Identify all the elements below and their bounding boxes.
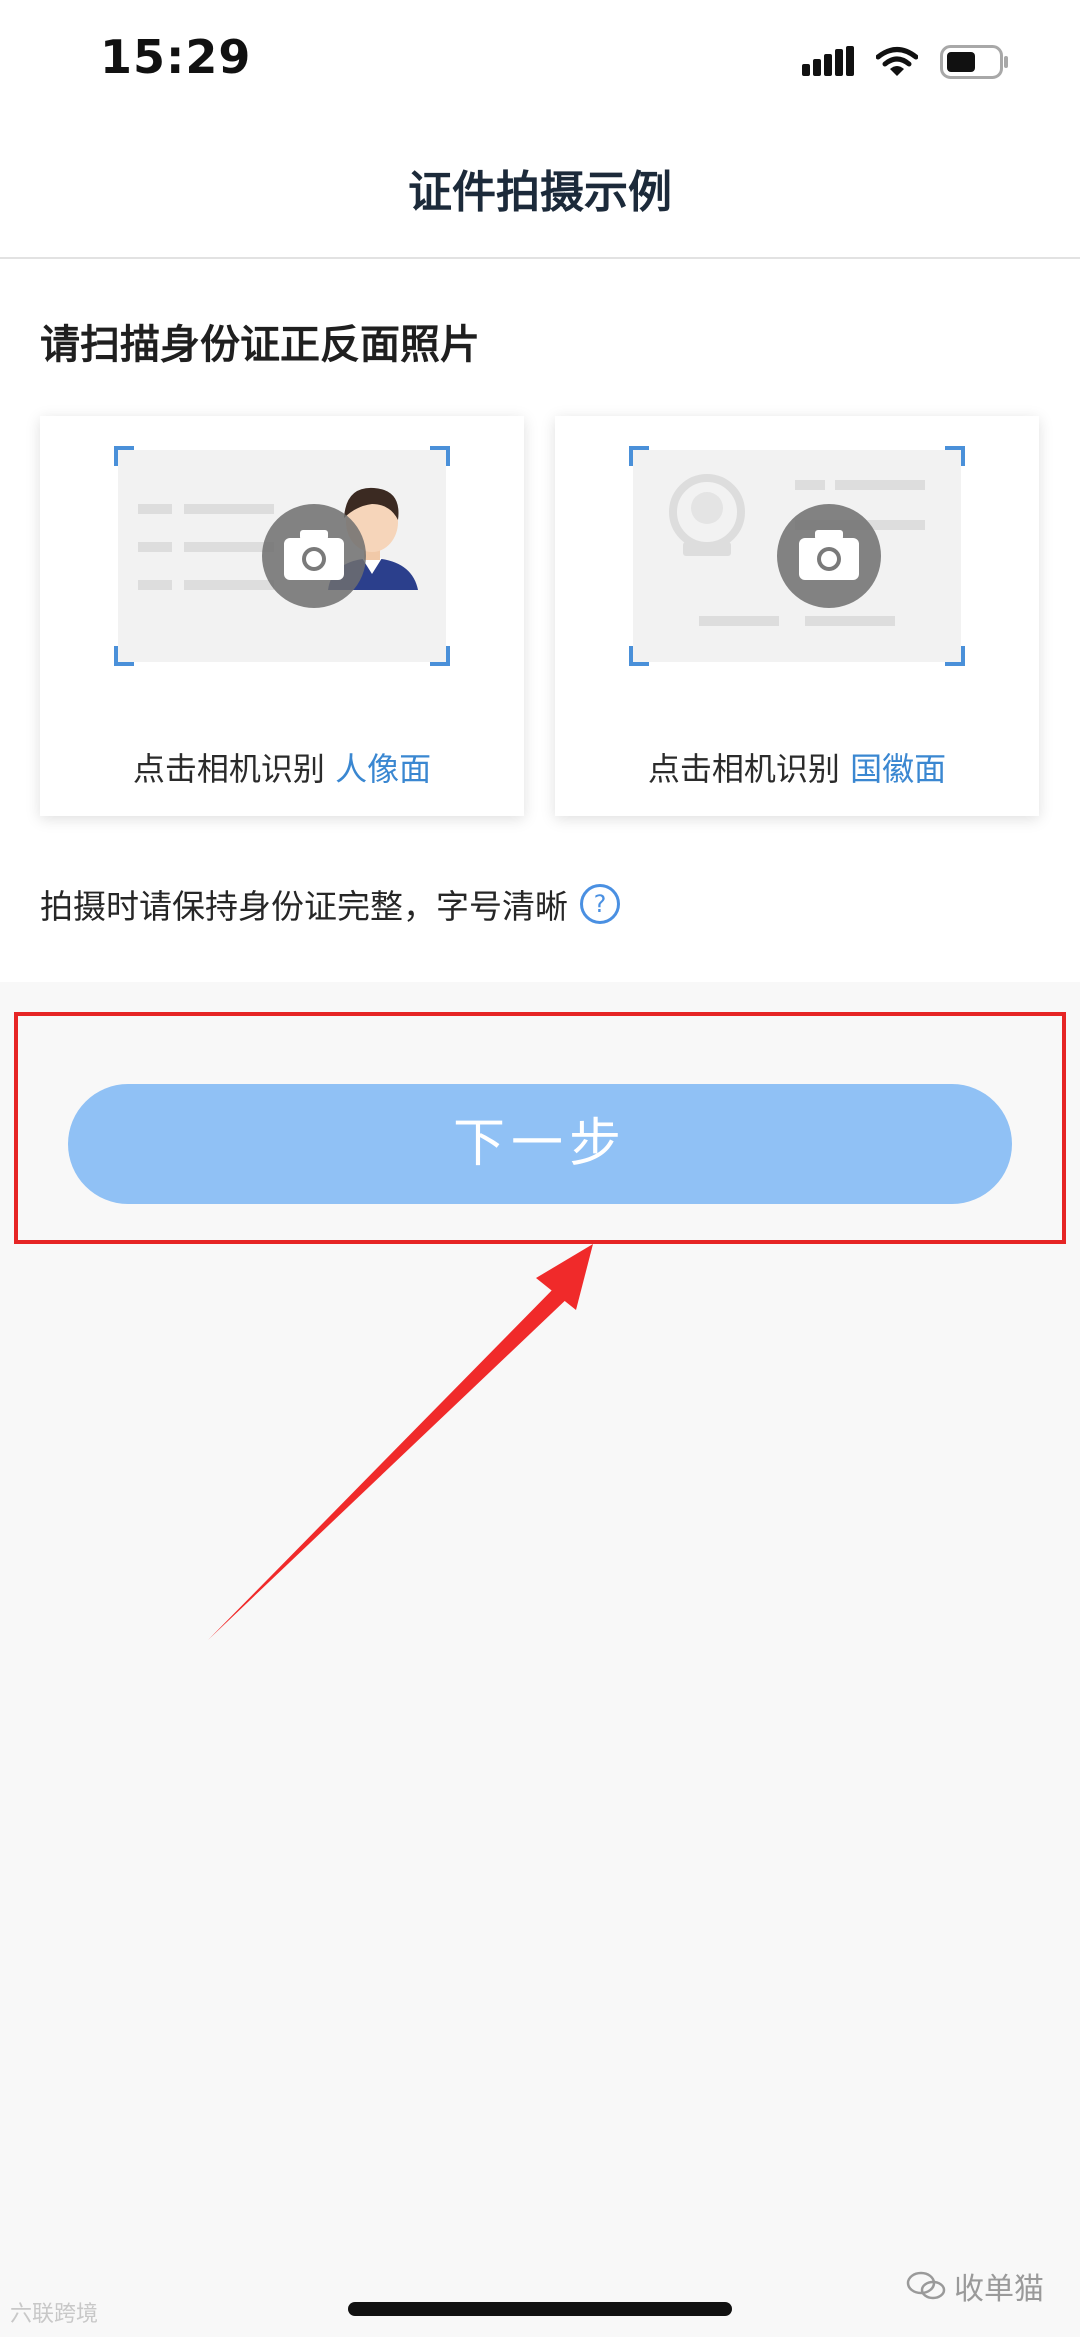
wifi-icon [876,47,918,76]
section-heading: 请扫描身份证正反面照片 [40,322,480,368]
home-indicator [348,2302,732,2316]
id-back-capture-card[interactable]: 点击相机识别 国徽面 [555,416,1039,816]
wechat-icon [906,2271,946,2300]
page-title: 证件拍摄示例 [408,167,672,218]
front-caption-prefix: 点击相机识别 [132,750,325,788]
id-back-illustration [629,446,965,666]
status-icons [802,40,1010,84]
content-panel: 15:29 证件拍摄示例 请扫描身份证正反面照片 点击相机识别 人像面 点击相机… [0,0,1080,982]
help-icon[interactable]: ? [580,884,620,924]
next-step-button[interactable]: 下一步 [68,1084,1012,1204]
watermark-left: 六联跨境 [10,2302,99,2327]
signal-icon [802,46,854,76]
camera-icon [777,504,881,608]
front-caption: 点击相机识别 人像面 [40,744,524,790]
back-caption: 点击相机识别 国徽面 [555,744,1039,790]
title-divider [0,257,1080,259]
capture-hint-text: 拍摄时请保持身份证完整，字号清晰 [40,887,568,926]
back-caption-highlight: 国徽面 [850,750,947,788]
id-front-capture-card[interactable]: 点击相机识别 人像面 [40,416,524,816]
watermark-right: 收单猫 [906,2264,1044,2308]
id-front-illustration [114,446,450,666]
front-caption-highlight: 人像面 [335,750,432,788]
status-time: 15:29 [100,30,252,84]
battery-icon [940,45,1008,79]
back-caption-prefix: 点击相机识别 [647,750,840,788]
capture-hint: 拍摄时请保持身份证完整，字号清晰 ? [40,880,620,928]
camera-icon [262,504,366,608]
watermark-right-text: 收单猫 [954,2272,1044,2307]
